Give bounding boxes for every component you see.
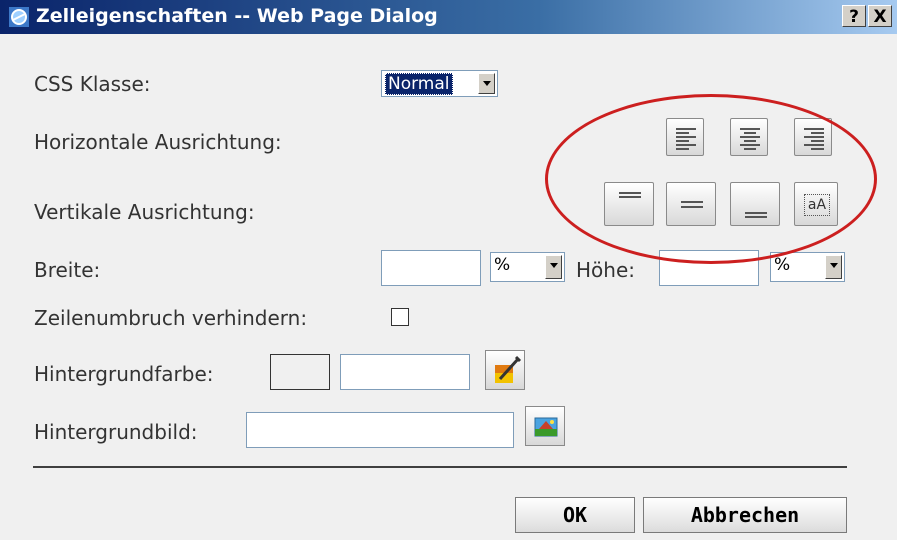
css-class-label: CSS Klasse: [34,72,151,96]
valign-middle-button[interactable] [666,182,716,226]
align-center-button[interactable] [730,118,768,156]
align-right-button[interactable] [794,118,832,156]
nowrap-label: Zeilenumbruch verhindern: [34,306,308,330]
v-align-label: Vertikale Ausrichtung: [34,200,255,224]
title-bar: Zelleigenschaften -- Web Page Dialog ? X [0,0,897,34]
valign-top-button[interactable] [604,182,654,226]
valign-top-icon [619,192,641,198]
separator [33,466,847,468]
bgcolor-label: Hintergrundfarbe: [34,362,214,386]
bgimage-input[interactable] [246,412,514,448]
height-label: Höhe: [576,258,635,282]
valign-bottom-button[interactable] [730,182,780,226]
bgimage-label: Hintergrundbild: [34,420,198,444]
valign-baseline-button[interactable]: aA [794,182,838,226]
chevron-down-icon[interactable] [478,73,495,94]
height-unit-value: % [774,255,791,275]
image-picker-icon [534,417,558,437]
close-button[interactable]: X [868,5,892,27]
width-unit-select[interactable]: % [490,252,565,282]
h-align-label: Horizontale Ausrichtung: [34,130,282,154]
valign-middle-icon [681,201,703,208]
align-left-button[interactable] [666,118,704,156]
align-left-icon [676,128,696,150]
width-unit-value: % [494,255,511,275]
height-unit-select[interactable]: % [770,252,845,282]
help-button[interactable]: ? [842,5,866,27]
align-right-icon [804,128,824,150]
bgcolor-swatch[interactable] [270,354,330,390]
width-input[interactable] [381,250,481,286]
chevron-down-icon[interactable] [825,255,842,279]
app-icon [9,7,29,27]
color-picker-icon [495,355,522,383]
height-input[interactable] [659,250,759,286]
bgcolor-input[interactable] [340,354,470,390]
cancel-button[interactable]: Abbrechen [643,497,847,533]
image-picker-button[interactable] [525,406,565,446]
chevron-down-icon[interactable] [545,255,562,279]
ok-button[interactable]: OK [515,497,635,533]
color-picker-button[interactable] [485,350,525,390]
nowrap-checkbox[interactable] [391,308,409,326]
align-center-icon [740,128,760,150]
window-title: Zelleigenschaften -- Web Page Dialog [36,5,438,27]
width-label: Breite: [34,258,101,282]
css-class-select[interactable]: Normal [381,70,498,97]
valign-baseline-icon: aA [804,194,830,216]
css-class-value: Normal [385,73,453,95]
valign-bottom-icon [745,212,767,218]
